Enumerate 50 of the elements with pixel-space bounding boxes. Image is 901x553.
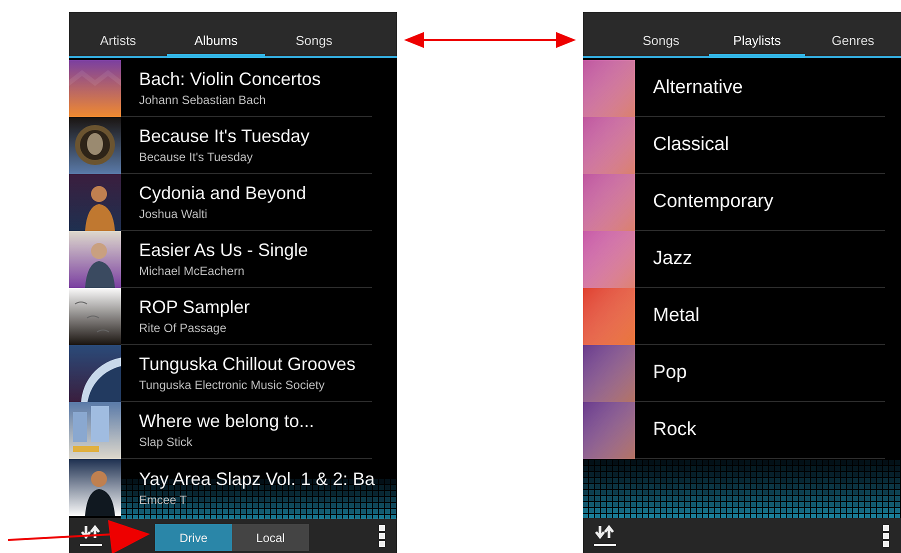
album-title: Where we belong to... [139, 411, 316, 432]
album-artist: Emcee T [139, 492, 188, 506]
album-artist: Rite Of Passage [139, 321, 228, 335]
album-artist: Johann Sebastian Bach [139, 93, 267, 107]
playlist-name: Pop [653, 362, 688, 384]
sort-icon[interactable] [79, 524, 103, 548]
overflow-menu-icon[interactable] [883, 524, 889, 546]
album-title: Because It's Tuesday [139, 126, 311, 147]
album-row[interactable]: Cydonia and Beyond Joshua Walti [121, 174, 372, 231]
playlist-row[interactable]: Contemporary [635, 174, 885, 231]
album-artist: Joshua Walti [139, 207, 208, 221]
album-row[interactable]: Bach: Violin Concertos Johann Sebastian Bach [121, 60, 372, 117]
sort-icon[interactable] [593, 524, 617, 548]
album-artist: Slap Stick [139, 435, 194, 449]
playlist-row[interactable]: Alternative [635, 60, 885, 117]
playlist-name: Rock [653, 419, 698, 441]
source-toggle[interactable]: Local [232, 524, 309, 551]
playlist-name: Jazz [653, 248, 694, 270]
tab[interactable]: Songs [613, 12, 709, 58]
tab[interactable]: Playlists [709, 12, 805, 58]
album-row[interactable]: Easier As Us - Single Michael McEachern [121, 231, 372, 288]
playlist-row[interactable]: Rock [635, 402, 885, 459]
playlist-row[interactable]: Jazz [635, 231, 885, 288]
overflow-menu-icon[interactable] [379, 524, 385, 546]
album-row[interactable]: Where we belong to... Slap Stick [121, 402, 372, 459]
album-row[interactable]: Tunguska Chillout Grooves Tunguska Electronic Music Society [121, 345, 372, 402]
tab[interactable]: Songs [265, 12, 363, 58]
playlist-name: Contemporary [653, 191, 774, 213]
album-artist: Because It's Tuesday [139, 150, 254, 164]
album-title: Bach: Violin Concertos [139, 69, 322, 90]
album-row[interactable]: Because It's Tuesday Because It's Tuesday [121, 117, 372, 174]
album-artist: Michael McEachern [139, 264, 246, 278]
playlist-row[interactable]: Pop [635, 345, 885, 402]
album-title: Easier As Us - Single [139, 240, 310, 261]
playlist-name: Classical [653, 134, 730, 156]
album-title: Yay Area Slapz Vol. 1 & 2: Ba [139, 468, 376, 490]
album-title: ROP Sampler [139, 297, 251, 318]
album-title: Tunguska Chillout Grooves [139, 354, 356, 375]
playlist-name: Metal [653, 305, 700, 327]
tab[interactable]: Artists [69, 12, 167, 58]
tab[interactable]: Albums [167, 12, 265, 58]
album-title: Cydonia and Beyond [139, 183, 308, 204]
playlist-row[interactable]: Classical [635, 117, 885, 174]
source-toggle[interactable]: Drive [155, 524, 232, 551]
playlist-name: Alternative [653, 77, 744, 99]
album-row[interactable]: ROP Sampler Rite Of Passage [121, 288, 372, 345]
album-artist: Tunguska Electronic Music Society [139, 378, 326, 392]
playlist-row[interactable]: Metal [635, 288, 885, 345]
album-row[interactable]: Yay Area Slapz Vol. 1 & 2: Ba Emcee T [121, 459, 397, 516]
tab[interactable]: Genres [805, 12, 901, 58]
